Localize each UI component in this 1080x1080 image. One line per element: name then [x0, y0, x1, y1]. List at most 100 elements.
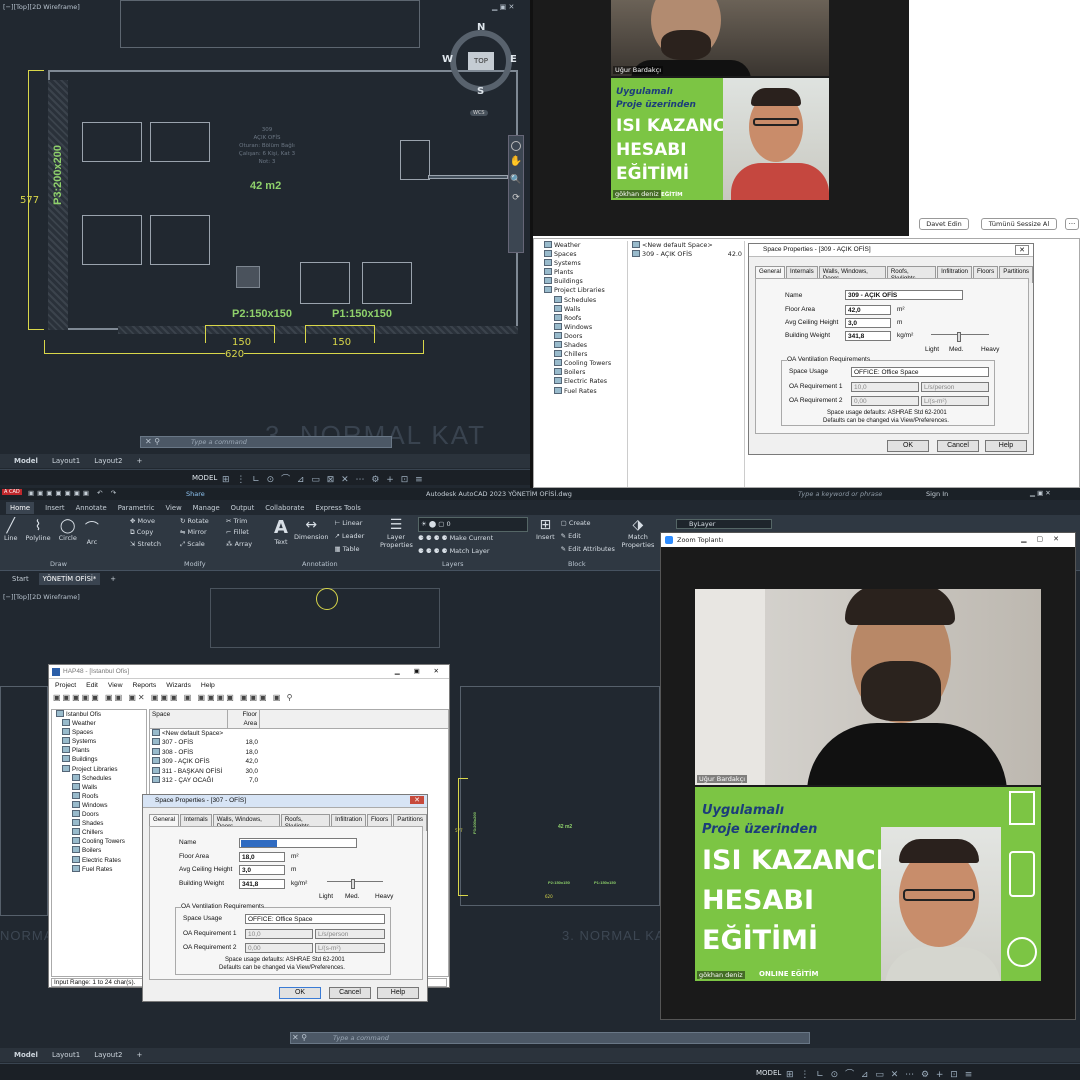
tab-start[interactable]: Start	[12, 573, 29, 585]
layer-properties-tool[interactable]: ☰ Layer Properties	[380, 517, 413, 558]
fillet-tool[interactable]: ⌐ Fillet	[226, 528, 272, 537]
weight-slider-2[interactable]	[327, 879, 383, 889]
tree-item[interactable]: Chillers	[540, 350, 627, 359]
tree-item[interactable]: Doors	[540, 331, 627, 341]
tree-item[interactable]: Electric Rates	[540, 377, 627, 386]
tree-item[interactable]: Project Libraries	[54, 764, 146, 774]
zoom-icon[interactable]: 🔍	[509, 175, 523, 185]
table-row[interactable]: <New default Space>	[150, 729, 448, 738]
bottom-tab-add[interactable]: +	[136, 1048, 142, 1062]
tab-document[interactable]: YÖNETİM OFİSİ*	[38, 573, 101, 585]
bottom-command-line[interactable]: Type a command	[290, 1032, 810, 1044]
tree-item[interactable]: Boilers	[540, 368, 627, 377]
name-field[interactable]: 309 - AÇIK OFİS	[845, 290, 963, 300]
tree-item[interactable]: Fuel Rates	[540, 386, 627, 396]
oa2-unit[interactable]: L/(s-m²)	[921, 396, 989, 406]
scale-tool[interactable]: ⤢ Scale	[180, 540, 226, 549]
list-item[interactable]: 309 - AÇIK OFİS 42.0	[630, 250, 744, 259]
participant-video-1[interactable]: Uğur Bardakçı	[611, 0, 829, 76]
weight-slider[interactable]	[931, 332, 989, 342]
viewcube[interactable]: TOP	[450, 30, 512, 92]
table-row[interactable]: 312 - ÇAY OCAĞI 7,0	[150, 776, 448, 785]
dialog2-titlebar[interactable]: Space Properties - [307 - OFİS] ✕	[143, 795, 427, 808]
panel-draw[interactable]: Draw	[50, 560, 67, 568]
bottom-tab-layout2[interactable]: Layout2	[94, 1048, 122, 1062]
table-tool[interactable]: ▦ Table	[335, 543, 365, 556]
tree-item[interactable]: Electric Rates	[54, 855, 146, 865]
tree-item[interactable]: Walls	[54, 782, 146, 792]
top-hap-tree[interactable]: Weather Spaces Systems Plants Buildings Proje…	[536, 241, 628, 487]
hap-titlebar[interactable]: HAP48 - [Istanbul Ofis] ▁ ▣ ✕	[49, 665, 449, 679]
bottom-tab-layout1[interactable]: Layout1	[52, 1048, 80, 1062]
panel-block[interactable]: Block	[568, 560, 586, 568]
cancel-button-2[interactable]: Cancel	[329, 987, 371, 999]
invite-button[interactable]: Davet Edin	[919, 218, 969, 230]
bottom-command-close-icon[interactable]: ✕ ⚲	[292, 1033, 307, 1042]
tree-item[interactable]: Plants	[540, 268, 627, 277]
top-cad-viewport[interactable]: [−][Top][2D Wireframe] ▁ ▣ ✕ 577 620 150…	[0, 0, 530, 488]
compass-s[interactable]: S	[477, 86, 484, 97]
tree-item[interactable]: Shades	[540, 341, 627, 350]
dialog-titlebar[interactable]: Space Properties - [309 - AÇIK OFİS] ✕	[749, 244, 1033, 257]
orbit-icon[interactable]: ⟳	[509, 193, 523, 203]
tab-layout2[interactable]: Layout2	[94, 454, 122, 468]
zoom-participant-1[interactable]: Uğur Bardakçı	[695, 589, 1041, 785]
bottom-tab-model[interactable]: Model	[14, 1048, 38, 1062]
tree-item[interactable]: Shades	[54, 819, 146, 828]
floor-area-field[interactable]: 42,0	[845, 305, 891, 315]
tree-item[interactable]: Chillers	[54, 828, 146, 837]
panel-modify[interactable]: Modify	[184, 560, 206, 568]
tree-item[interactable]: Fuel Rates	[54, 864, 146, 874]
floor-area-field-2[interactable]: 18,0	[239, 852, 285, 862]
bylayer-dropdown[interactable]: ByLayer	[676, 519, 772, 529]
zoom-participant-2[interactable]: Uygulamalı Proje üzerinden ISI KAZANCI H…	[695, 787, 1041, 981]
tree-item[interactable]: Project Libraries	[540, 286, 627, 295]
cancel-button[interactable]: Cancel	[937, 440, 979, 452]
create-tool[interactable]: ▢ Create	[561, 517, 615, 530]
menu-project[interactable]: Project	[55, 682, 76, 689]
tree-item[interactable]: Cooling Towers	[54, 837, 146, 846]
trim-tool[interactable]: ✂ Trim	[226, 517, 272, 525]
panel-layers[interactable]: Layers	[442, 560, 464, 568]
bottom-status-icons[interactable]: ⊞ ⋮ ∟ ⊙ ⌒ ⊿ ▭ ✕ ⋯ ⚙ + ⊡ ≡	[786, 1067, 974, 1080]
ribbon-tab-annotate[interactable]: Annotate	[76, 502, 107, 514]
bottom-command-input[interactable]: Type a command	[333, 1034, 389, 1042]
stretch-tool[interactable]: ⇲ Stretch	[130, 540, 180, 549]
tree-item[interactable]: Systems	[54, 737, 146, 746]
tab-model[interactable]: Model	[14, 454, 38, 468]
tree-item[interactable]: Cooling Towers	[540, 359, 627, 368]
dialog2-close-icon[interactable]: ✕	[410, 796, 424, 804]
weight-field-2[interactable]: 341,8	[239, 879, 285, 889]
ribbon-tab-manage[interactable]: Manage	[193, 502, 220, 514]
tree-item[interactable]: Systems	[540, 259, 627, 268]
ribbon-tab-collaborate[interactable]: Collaborate	[265, 502, 304, 514]
table-row[interactable]: 307 - OFİS 18,0	[150, 738, 448, 747]
rotate-tool[interactable]: ↻ Rotate	[180, 517, 226, 525]
signin-link[interactable]: Sign In	[926, 490, 948, 498]
edit-attributes-tool[interactable]: ✎ Edit Attributes	[561, 543, 615, 556]
more-button[interactable]: ···	[1065, 218, 1079, 230]
top-hap-list[interactable]: <New default Space> 309 - AÇIK OFİS 42.0	[630, 241, 745, 487]
command-input[interactable]: Type a command	[191, 438, 247, 446]
compass-e[interactable]: E	[510, 54, 517, 65]
oa1-field-2[interactable]: 10,0	[245, 929, 313, 939]
compass-w[interactable]: W	[442, 54, 453, 65]
wcs-label[interactable]: WCS	[470, 110, 488, 116]
window-controls[interactable]: ▁ ▣ ✕	[492, 3, 514, 11]
circle-tool[interactable]: ◯ Circle	[59, 518, 77, 546]
array-tool[interactable]: ⁂ Array	[226, 540, 272, 549]
zoom-window-controls[interactable]: ▁▢✕	[1021, 535, 1069, 543]
help-button[interactable]: Help	[985, 440, 1027, 452]
polyline-tool[interactable]: ⌇ Polyline	[26, 518, 51, 546]
tree-item[interactable]: Buildings	[540, 277, 627, 286]
tree-item[interactable]: Windows	[54, 800, 146, 810]
make-current-tool[interactable]: ⚈ ⚈ ⚈ ⚈ Make Current	[418, 532, 528, 545]
col-space[interactable]: Space	[150, 710, 228, 728]
tab-layout1[interactable]: Layout1	[52, 454, 80, 468]
bottom-status-model[interactable]: MODEL	[756, 1069, 781, 1077]
tree-item[interactable]: Plants	[54, 746, 146, 755]
move-tool[interactable]: ✥ Move	[130, 517, 180, 525]
tree-item[interactable]: Istanbul Ofis	[54, 710, 146, 719]
ok-button[interactable]: OK	[887, 440, 929, 452]
menu-view[interactable]: View	[108, 682, 123, 689]
